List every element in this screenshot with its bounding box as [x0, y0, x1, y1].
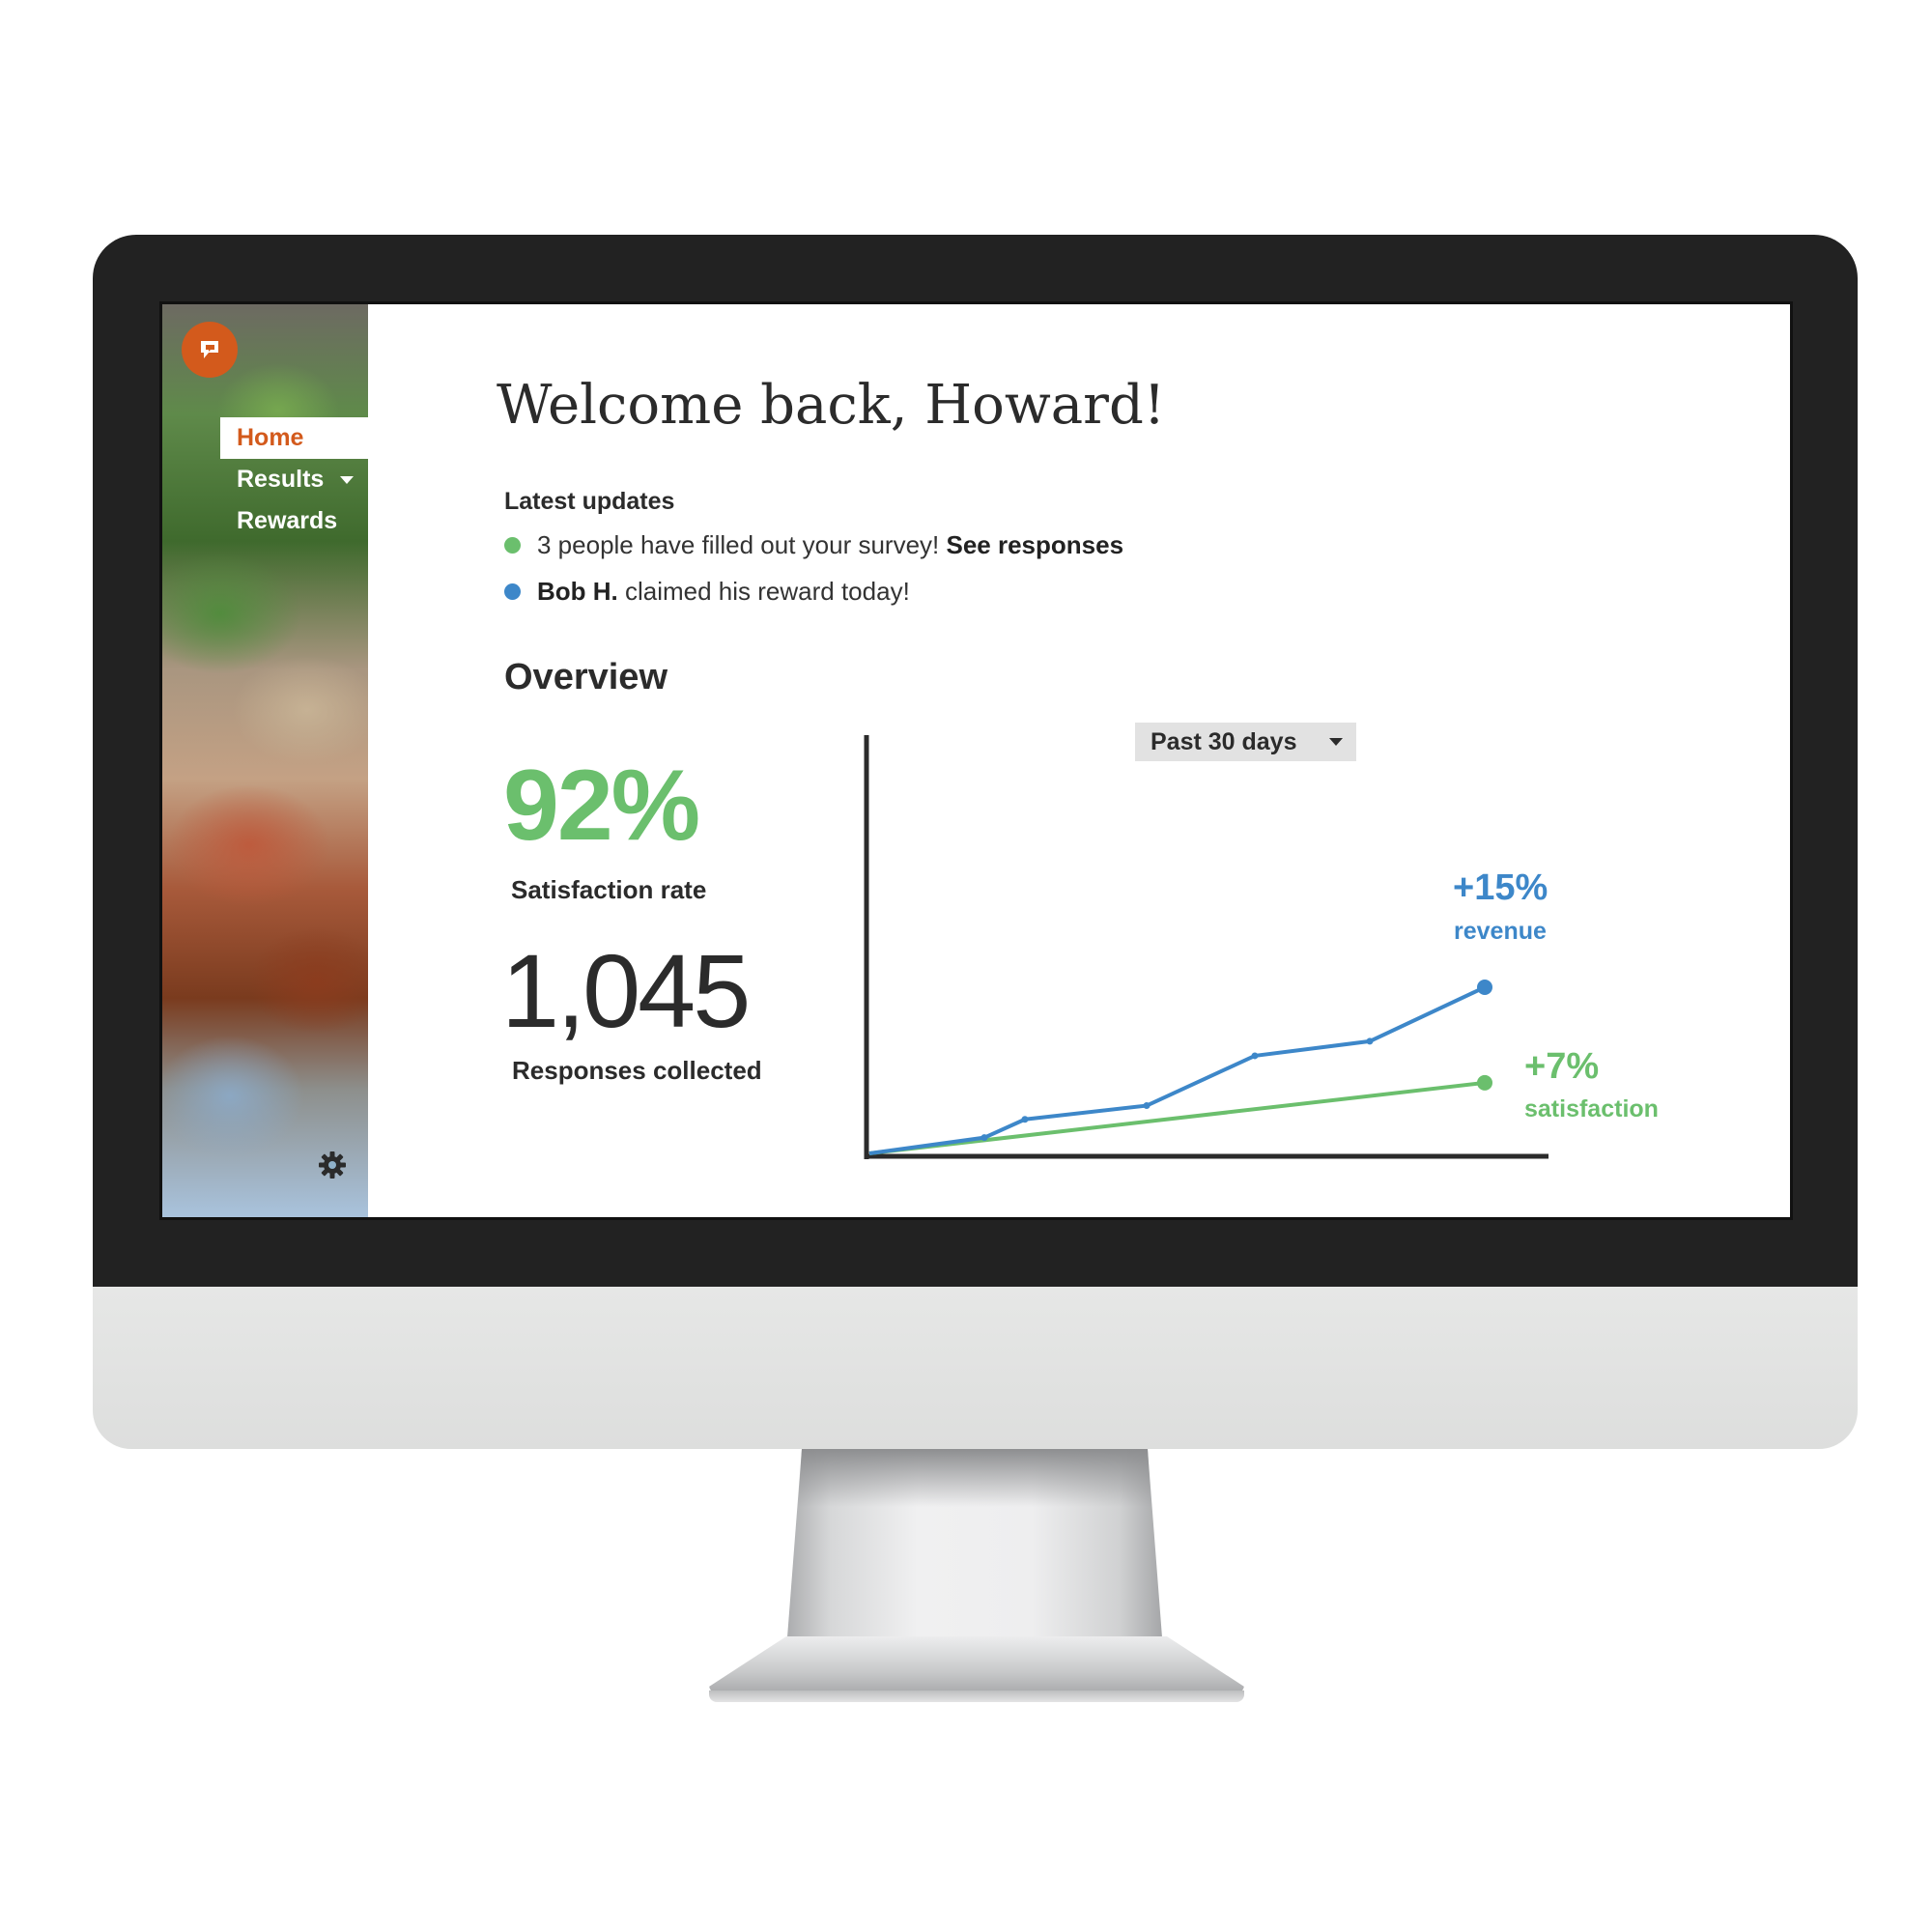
satisfaction-data-point: [1477, 1074, 1492, 1091]
screen: Home Results Rewards Welcome back, Howar…: [159, 301, 1793, 1220]
revenue-data-point: [1021, 1116, 1029, 1123]
sidebar-item-label: Home: [237, 424, 304, 451]
satisfaction-series-label: satisfaction: [1524, 1095, 1659, 1122]
caret-down-icon: [1329, 738, 1343, 746]
sidebar-item-label: Results: [237, 466, 325, 493]
revenue-change: +15%: [1453, 867, 1548, 908]
monitor-stand-base-edge: [709, 1690, 1244, 1702]
sidebar-item-results[interactable]: Results: [220, 459, 368, 500]
caret-down-icon: [340, 476, 355, 485]
main-content: Welcome back, Howard! Latest updates 3 p…: [368, 304, 1790, 1217]
sidebar-item-label: Rewards: [237, 507, 338, 534]
period-selected-label: Past 30 days: [1151, 727, 1297, 755]
monitor-chin: [93, 1287, 1858, 1449]
period-dropdown[interactable]: Past 30 days: [1135, 723, 1356, 761]
sidebar-item-rewards[interactable]: Rewards: [220, 500, 368, 542]
monitor-stand-shadow: [798, 1449, 1151, 1507]
revenue-data-point: [1143, 1102, 1151, 1110]
revenue-data-point: [1251, 1052, 1259, 1060]
monitor-stand-base: [709, 1636, 1244, 1694]
sidebar: Home Results Rewards: [162, 304, 368, 1217]
revenue-label: revenue: [1454, 918, 1547, 945]
speech-bubble-logo-icon: [201, 341, 218, 358]
revenue-series-line: [868, 985, 1486, 1155]
satisfaction-change: +7%: [1524, 1046, 1599, 1087]
gear-icon[interactable]: [317, 1150, 348, 1180]
overview-chart: +15% revenue +7% satisfaction: [864, 735, 1659, 1159]
sidebar-nav: Home Results Rewards: [220, 417, 368, 542]
revenue-data-point: [1477, 980, 1492, 995]
app-logo[interactable]: [182, 322, 238, 378]
revenue-data-point: [1366, 1037, 1374, 1045]
revenue-data-point: [980, 1134, 988, 1142]
sidebar-item-home[interactable]: Home: [220, 417, 368, 459]
